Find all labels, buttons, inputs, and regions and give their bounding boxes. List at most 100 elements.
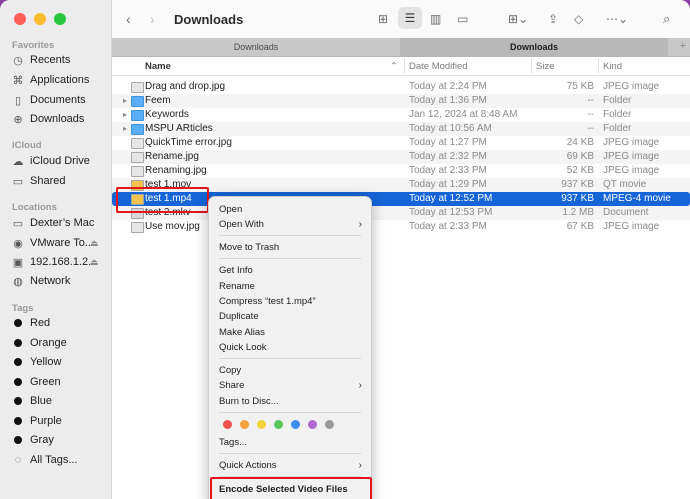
file-date: Today at 1:36 PM: [409, 95, 487, 106]
menu-item-rename[interactable]: Rename: [219, 281, 255, 292]
sidebar-item-downloads[interactable]: ⊕ Downloads: [12, 110, 84, 128]
tag-color-dot[interactable]: [257, 420, 266, 429]
menu-item-compress[interactable]: Compress “test 1.mp4”: [219, 296, 316, 307]
display-icon: ▣: [12, 256, 24, 269]
menu-item-burn[interactable]: Burn to Disc...: [219, 396, 279, 407]
file-row[interactable]: Rename.jpg Today at 2:32 PM 69 KB JPEG imag…: [112, 150, 690, 164]
sidebar-item-tag-blue[interactable]: Blue: [12, 392, 52, 410]
back-icon[interactable]: ‹: [126, 10, 131, 28]
sidebar-item-recents[interactable]: ◷ Recents: [12, 51, 70, 69]
sidebar-item-tag-gray[interactable]: Gray: [12, 431, 54, 449]
gallery-view-icon[interactable]: ▭: [457, 10, 468, 28]
close-button[interactable]: [14, 13, 26, 25]
sidebar-item-shared[interactable]: ▭ Shared: [12, 172, 66, 190]
disclosure-triangle-icon[interactable]: ▸: [123, 122, 127, 136]
column-size[interactable]: Size: [536, 61, 554, 72]
search-icon[interactable]: ⌕: [663, 10, 670, 28]
sidebar-item-all-tags[interactable]: ◌ All Tags...: [12, 451, 78, 469]
file-row[interactable]: ▸ Keywords Jan 12, 2024 at 8:48 AM -- Folder: [112, 108, 690, 122]
tag-color-dot[interactable]: [291, 420, 300, 429]
file-row[interactable]: ▸ MSPU ARticles Today at 10:56 AM -- Folder: [112, 122, 690, 136]
disclosure-triangle-icon[interactable]: ▸: [123, 94, 127, 108]
sidebar-item-icloud-drive[interactable]: ☁ iCloud Drive: [12, 152, 90, 170]
minimize-button[interactable]: [34, 13, 46, 25]
tag-color-dot[interactable]: [223, 420, 232, 429]
file-kind: Folder: [603, 123, 632, 134]
sidebar-item-applications[interactable]: ⌘ Applications: [12, 71, 90, 89]
tag-color-dot[interactable]: [274, 420, 283, 429]
list-view-icon[interactable]: ☰: [398, 7, 422, 29]
menu-item-quick-look[interactable]: Quick Look: [219, 342, 267, 353]
sidebar-item-label: 192.168.1.2...: [30, 256, 98, 268]
tag-color-dot[interactable]: [325, 420, 334, 429]
sidebar-item-label: Downloads: [30, 113, 85, 125]
eject-icon[interactable]: ⏏: [90, 257, 99, 268]
file-size: --: [587, 123, 594, 134]
file-name: Feem: [145, 95, 171, 106]
file-date: Today at 10:56 AM: [409, 123, 492, 134]
menu-item-quick-actions[interactable]: Quick Actions: [219, 460, 277, 471]
sidebar-item-mac[interactable]: ▭ Dexter’s Mac: [12, 214, 95, 232]
sidebar-item-vmware[interactable]: ◉ VMware To...: [12, 234, 94, 252]
tags-header: Tags: [12, 303, 34, 314]
group-icon[interactable]: ⊞⌄: [508, 10, 528, 28]
file-name: Keywords: [145, 109, 189, 120]
eject-icon[interactable]: ⏏: [90, 238, 99, 249]
tab-downloads-2[interactable]: Downloads: [400, 38, 668, 56]
tag-icon[interactable]: ◇: [574, 10, 583, 28]
icon-view-icon[interactable]: ⊞: [378, 10, 388, 28]
menu-item-open[interactable]: Open: [219, 204, 242, 215]
zoom-button[interactable]: [54, 13, 66, 25]
sort-chevron-icon[interactable]: ⌃: [390, 61, 398, 72]
new-tab-icon[interactable]: +: [680, 40, 686, 52]
sidebar-item-label: All Tags...: [30, 454, 78, 466]
menu-item-open-with[interactable]: Open With: [219, 219, 264, 230]
tab-downloads-1[interactable]: Downloads: [112, 38, 400, 56]
menu-item-tags[interactable]: Tags...: [219, 437, 247, 448]
sidebar-item-tag-green[interactable]: Green: [12, 373, 61, 391]
tag-dot-icon: [14, 319, 22, 327]
sidebar-item-label: Recents: [30, 54, 71, 66]
disclosure-triangle-icon[interactable]: ▸: [123, 108, 127, 122]
menu-item-get-info[interactable]: Get Info: [219, 265, 253, 276]
sidebar-item-label: Gray: [30, 434, 54, 446]
shared-folder-icon: ▭: [12, 175, 24, 188]
tag-color-dot[interactable]: [240, 420, 249, 429]
more-actions-icon[interactable]: ⋯⌄: [606, 10, 628, 28]
file-kind: JPEG image: [603, 165, 660, 176]
sidebar-item-tag-red[interactable]: Red: [12, 314, 50, 332]
sidebar-item-documents[interactable]: ▯ Documents: [12, 91, 86, 109]
file-date: Today at 2:24 PM: [409, 81, 487, 92]
file-date: Today at 2:32 PM: [409, 151, 487, 162]
forward-icon[interactable]: ›: [150, 10, 155, 28]
file-size: --: [587, 109, 594, 120]
column-date[interactable]: Date Modified: [409, 61, 468, 72]
tag-dot-icon: [14, 358, 22, 366]
share-icon[interactable]: ⇪: [548, 10, 558, 28]
menu-item-make-alias[interactable]: Make Alias: [219, 327, 265, 338]
file-kind: JPEG image: [603, 137, 660, 148]
file-row[interactable]: Use mov.jpg Today at 2:33 PM 67 KB JPEG ima…: [112, 220, 690, 234]
file-row[interactable]: Renaming.jpg Today at 2:33 PM 52 KB JPEG im…: [112, 164, 690, 178]
column-view-icon[interactable]: ▥: [430, 10, 441, 28]
file-date: Today at 1:29 PM: [409, 179, 487, 190]
file-row[interactable]: QuickTime error.jpg Today at 1:27 PM 24 KB…: [112, 136, 690, 150]
sidebar-item-network[interactable]: ◍ Network: [12, 272, 70, 290]
sidebar-item-tag-orange[interactable]: Orange: [12, 334, 67, 352]
sidebar-item-tag-yellow[interactable]: Yellow: [12, 353, 61, 371]
folder-file-icon: [131, 124, 144, 135]
tag-dot-icon: [14, 436, 22, 444]
tag-color-dot[interactable]: [308, 420, 317, 429]
menu-item-duplicate[interactable]: Duplicate: [219, 311, 259, 322]
sidebar-item-label: Applications: [30, 74, 90, 86]
file-name: Renaming.jpg: [145, 165, 207, 176]
file-row[interactable]: Drag and drop.jpg Today at 2:24 PM 75 KB JP…: [112, 80, 690, 94]
menu-item-move-to-trash[interactable]: Move to Trash: [219, 242, 279, 253]
sidebar-item-tag-purple[interactable]: Purple: [12, 412, 62, 430]
column-kind[interactable]: Kind: [603, 61, 622, 72]
menu-item-copy[interactable]: Copy: [219, 365, 241, 376]
sidebar-item-network-share[interactable]: ▣ 192.168.1.2...: [12, 253, 97, 271]
file-row[interactable]: ▸ Feem Today at 1:36 PM -- Folder: [112, 94, 690, 108]
column-name[interactable]: Name: [145, 61, 171, 72]
menu-item-share[interactable]: Share: [219, 380, 244, 391]
